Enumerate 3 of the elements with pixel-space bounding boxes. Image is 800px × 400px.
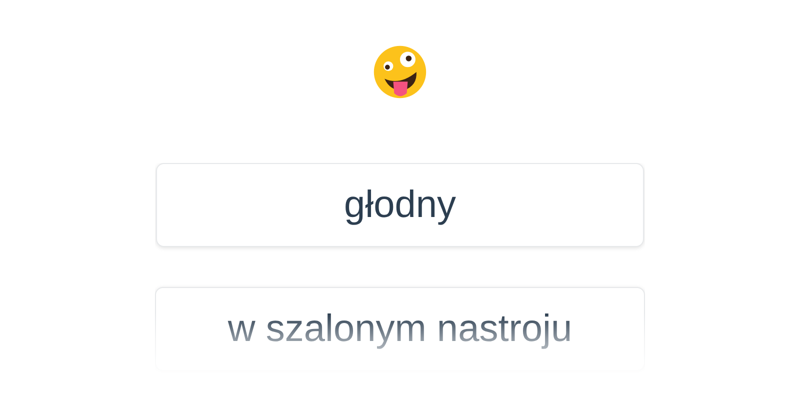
option-button[interactable]: w szalonym nastroju	[154, 287, 646, 371]
goofy-face-icon	[371, 43, 429, 101]
option-button[interactable]: głodny	[156, 163, 644, 247]
